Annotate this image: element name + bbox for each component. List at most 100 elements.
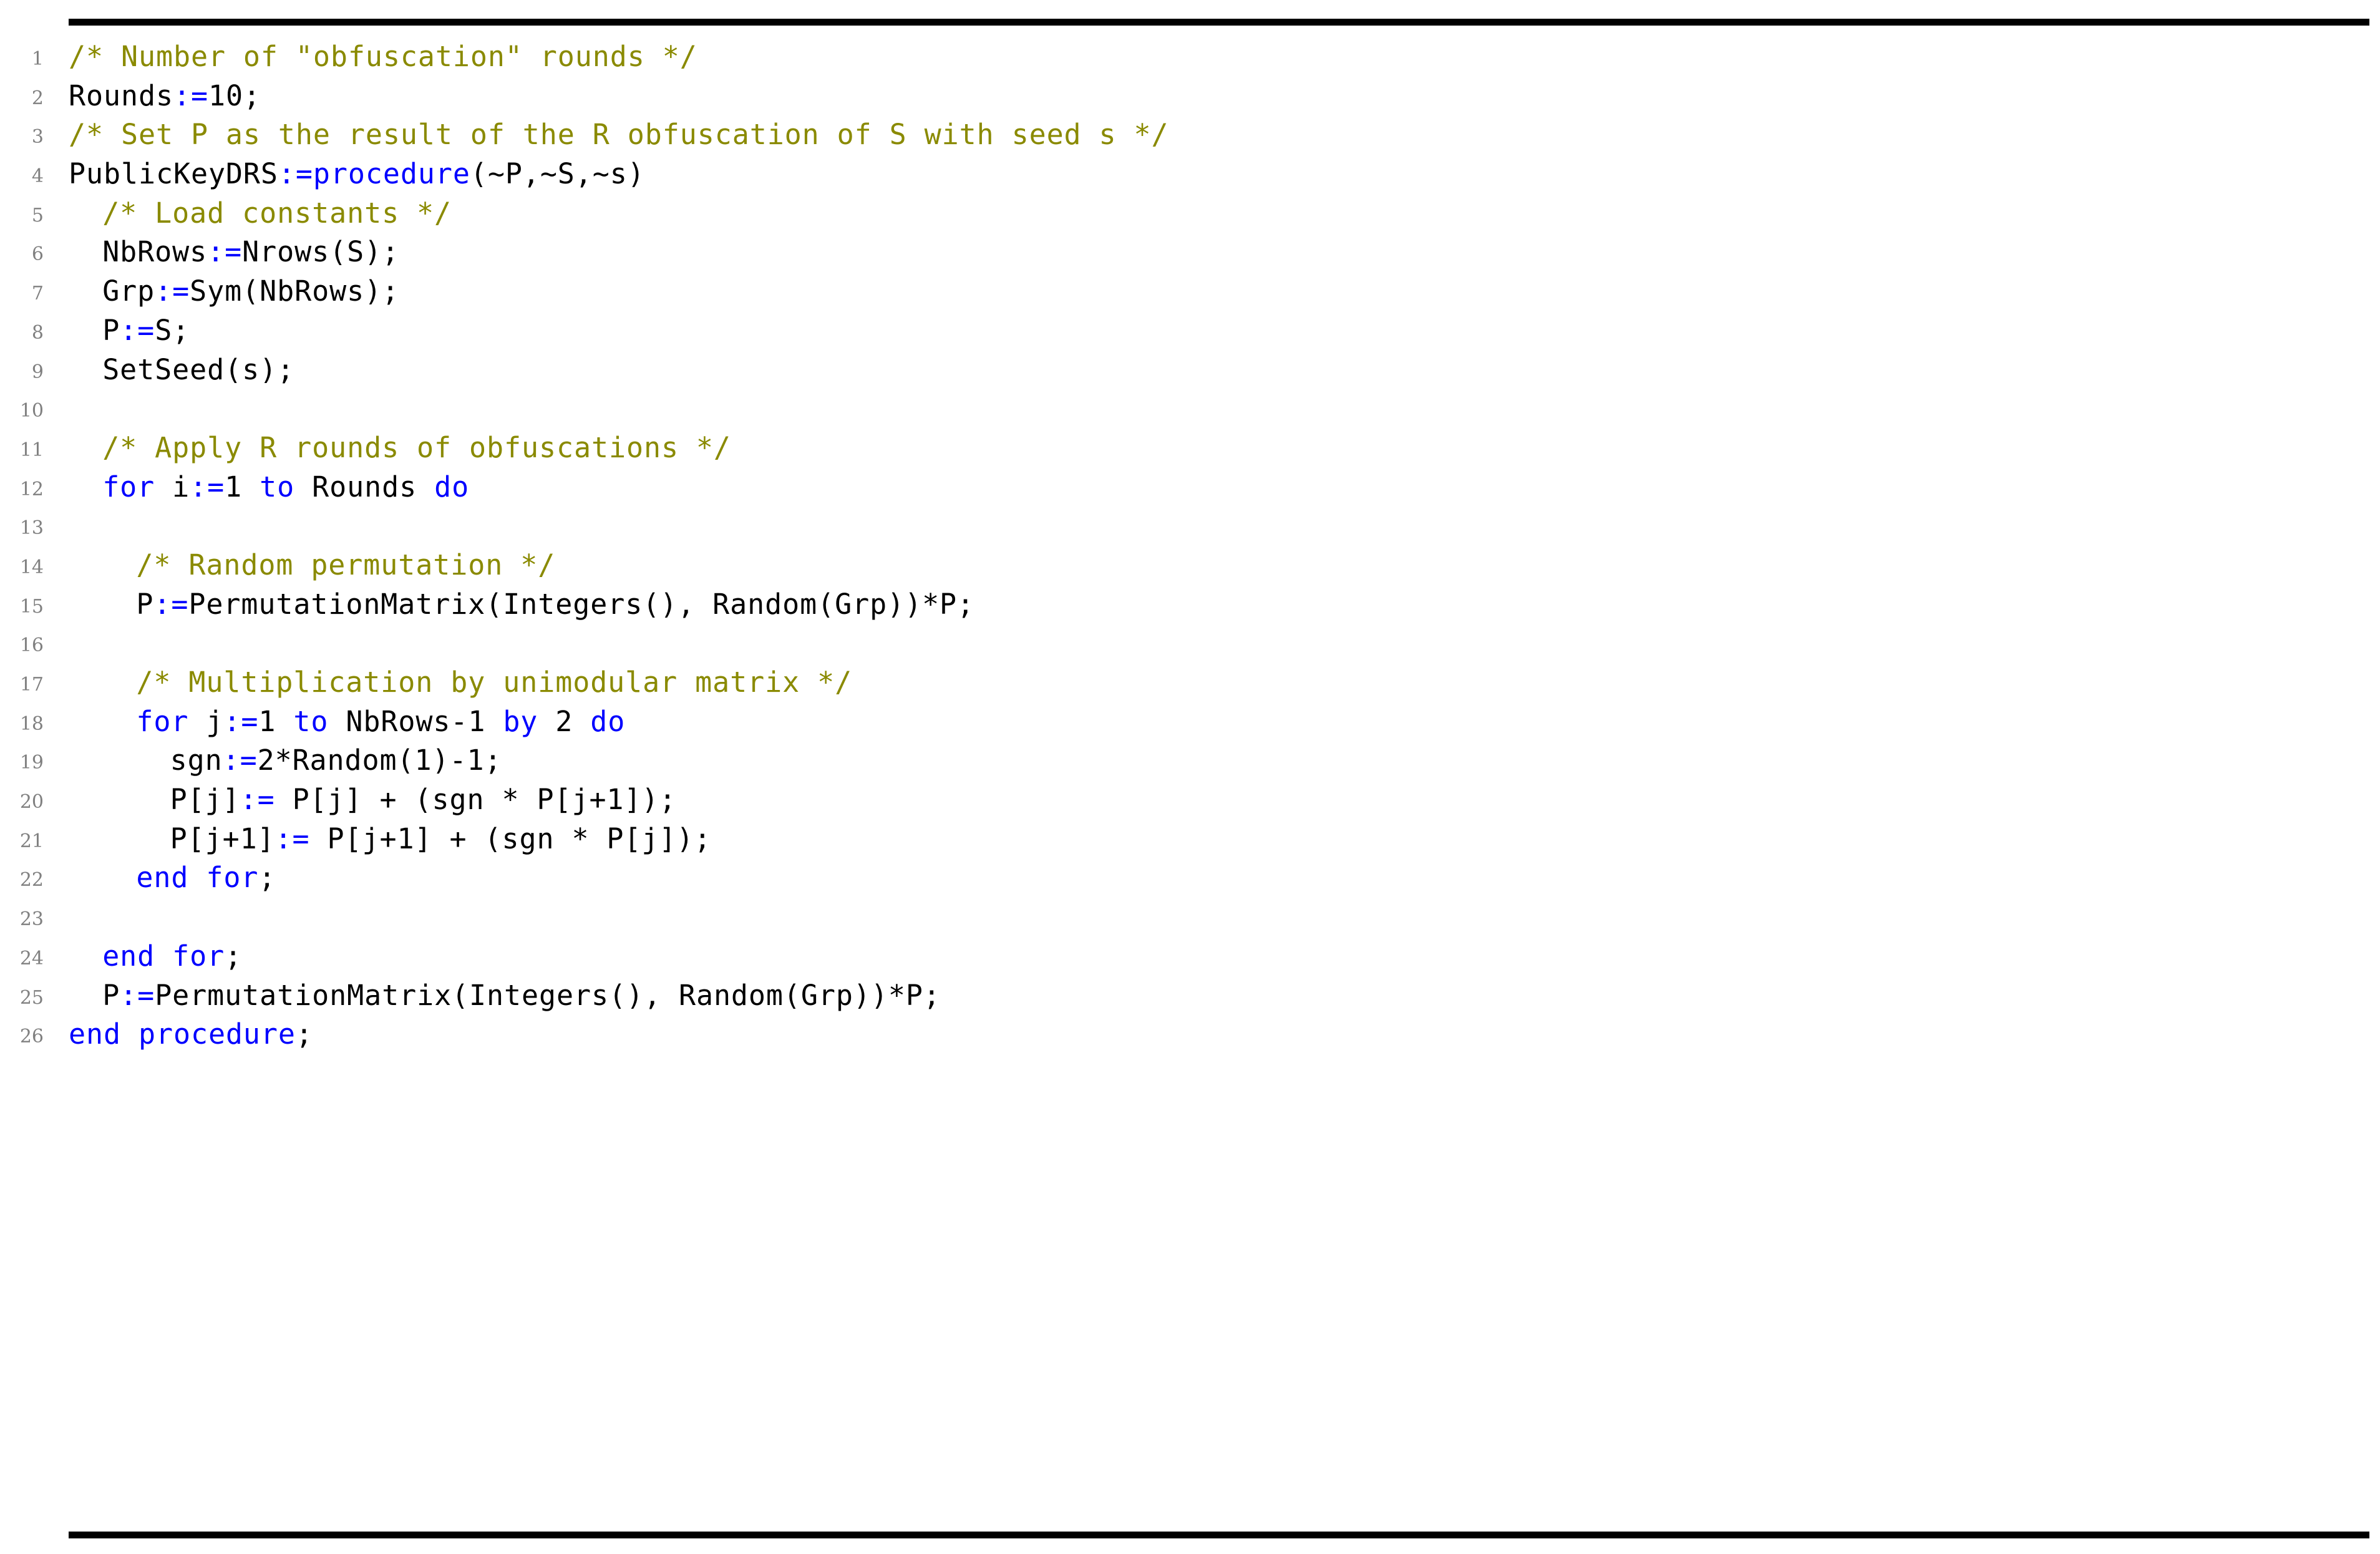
code-line: 9 SetSeed(s); <box>0 351 2380 390</box>
code-token-keyword: end procedure <box>69 1017 296 1051</box>
code-line: 15 P:=PermutationMatrix(Integers(), Rando… <box>0 585 2380 624</box>
code-line: 19 sgn:=2*Random(1)-1; <box>0 741 2380 780</box>
code-token-plain: P[j] <box>170 783 240 817</box>
line-number: 7 <box>31 283 44 305</box>
code-line: 6 NbRows:=Nrows(S); <box>0 233 2380 272</box>
code-token-plain: 2*Random(1)-1; <box>257 744 502 777</box>
line-number: 15 <box>19 595 44 618</box>
line-number: 1 <box>31 48 44 70</box>
code-line-content: /* Number of "obfuscation" rounds */ <box>69 37 697 77</box>
code-line: 16 <box>0 624 2380 663</box>
line-number: 20 <box>19 791 44 813</box>
code-token-plain: NbRows-1 <box>328 704 503 738</box>
code-listing: 1 /* Number of "obfuscation" rounds */ 2 Ro… <box>0 0 2380 1554</box>
line-number: 12 <box>19 478 44 500</box>
code-line-content: P:=S; <box>102 311 190 351</box>
code-token-plain: Rounds <box>294 470 435 503</box>
code-token-plain: sgn <box>170 744 223 777</box>
line-number: 5 <box>31 204 44 226</box>
code-token-keyword: := <box>240 783 275 817</box>
code-line-content: P[j]:= P[j] + (sgn * P[j+1]); <box>170 780 677 820</box>
code-token-keyword: := <box>120 313 155 347</box>
code-line: 1 /* Number of "obfuscation" rounds */ <box>0 37 2380 77</box>
line-number: 4 <box>31 165 44 188</box>
code-token-comment: /* Multiplication by unimodular matrix *… <box>136 666 853 699</box>
code-token-plain: PermutationMatrix(Integers(), Random(Grp… <box>155 978 941 1012</box>
code-line: 17 /* Multiplication by unimodular matrix… <box>0 663 2380 702</box>
line-number: 23 <box>19 908 44 931</box>
code-token-plain: 2 <box>538 704 591 738</box>
code-line: 22 end for; <box>0 858 2380 898</box>
code-token-keyword: do <box>434 470 470 503</box>
code-line: 25 P:=PermutationMatrix(Integers(), Rando… <box>0 976 2380 1016</box>
code-line: 5 /* Load constants */ <box>0 194 2380 233</box>
code-token-plain: P[j+1] <box>170 822 275 855</box>
code-token-comment: /* Number of "obfuscation" rounds */ <box>69 40 697 73</box>
code-line: 14 /* Random permutation */ <box>0 546 2380 585</box>
code-token-keyword: by <box>503 704 538 738</box>
code-token-plain: S; <box>155 313 190 347</box>
code-token-plain: SetSeed(s); <box>102 352 295 386</box>
line-number: 18 <box>19 712 44 735</box>
code-token-plain: Sym(NbRows); <box>190 274 400 308</box>
code-line-content: Rounds:=10; <box>69 77 261 116</box>
code-token-keyword: := <box>207 235 243 269</box>
line-number: 8 <box>31 321 44 344</box>
code-line: 8 P:=S; <box>0 311 2380 351</box>
code-line-content: P:=PermutationMatrix(Integers(), Random(… <box>136 585 974 624</box>
code-line: 21 P[j+1]:= P[j+1] + (sgn * P[j]); <box>0 820 2380 859</box>
code-token-plain: NbRows <box>102 235 208 269</box>
code-line-content: SetSeed(s); <box>102 351 294 390</box>
line-number: 2 <box>31 87 44 109</box>
line-number: 24 <box>19 947 44 969</box>
code-token-plain: P <box>102 978 120 1012</box>
code-line-content: end for; <box>136 858 276 898</box>
code-token-plain: Nrows(S); <box>242 235 400 269</box>
code-line-content: for j:=1 to NbRows-1 by 2 do <box>136 702 625 742</box>
line-number: 10 <box>19 400 44 422</box>
code-token-plain: P[j+1] + (sgn * P[j]); <box>309 822 712 855</box>
code-line-content: /* Set P as the result of the R obfuscat… <box>69 115 1169 155</box>
line-number: 22 <box>19 869 44 891</box>
code-line: 7 Grp:=Sym(NbRows); <box>0 272 2380 311</box>
listing-top-rule <box>69 19 2369 26</box>
code-token-keyword: for <box>102 470 155 503</box>
code-token-plain: ; <box>225 939 243 973</box>
code-line-content: /* Apply R rounds of obfuscations */ <box>102 429 731 468</box>
line-number: 19 <box>19 752 44 774</box>
line-number: 17 <box>19 674 44 696</box>
code-token-keyword: do <box>590 704 626 738</box>
code-line: 20 P[j]:= P[j] + (sgn * P[j+1]); <box>0 780 2380 820</box>
code-line: 3 /* Set P as the result of the R obfusca… <box>0 115 2380 155</box>
code-line: 13 <box>0 507 2380 546</box>
code-token-comment: /* Random permutation */ <box>136 548 556 581</box>
code-listing-body: 1 /* Number of "obfuscation" rounds */ 2 Ro… <box>0 37 2380 1054</box>
code-line-content: sgn:=2*Random(1)-1; <box>170 741 502 780</box>
code-line-content: /* Multiplication by unimodular matrix *… <box>136 663 852 702</box>
code-token-keyword: for <box>136 704 189 738</box>
code-token-keyword: to <box>260 470 295 503</box>
code-token-comment: /* Load constants */ <box>102 196 452 230</box>
code-token-keyword: := <box>274 822 310 855</box>
line-number: 26 <box>19 1026 44 1048</box>
line-number: 3 <box>31 126 44 148</box>
code-token-plain: 10; <box>208 79 261 112</box>
code-token-plain: Rounds <box>69 79 173 112</box>
code-line-content: end for; <box>102 937 242 976</box>
code-line: 26 end procedure; <box>0 1015 2380 1054</box>
code-line-content: P:=PermutationMatrix(Integers(), Random(… <box>102 976 941 1016</box>
code-line-content: NbRows:=Nrows(S); <box>102 233 399 272</box>
code-line-content: end procedure; <box>69 1015 313 1054</box>
line-number: 14 <box>19 556 44 578</box>
code-line: 24 end for; <box>0 937 2380 976</box>
code-line-content: P[j+1]:= P[j+1] + (sgn * P[j]); <box>170 820 712 859</box>
code-token-plain: P <box>136 587 154 621</box>
code-token-keyword: := <box>173 79 208 112</box>
line-number: 9 <box>31 361 44 383</box>
line-number: 13 <box>19 517 44 540</box>
code-token-plain: i <box>155 470 190 503</box>
code-line-content: Grp:=Sym(NbRows); <box>102 272 399 311</box>
code-line-content: PublicKeyDRS:=procedure(~P,~S,~s) <box>69 155 645 194</box>
code-line: 18 for j:=1 to NbRows-1 by 2 do <box>0 702 2380 742</box>
code-token-keyword: end for <box>102 939 225 973</box>
